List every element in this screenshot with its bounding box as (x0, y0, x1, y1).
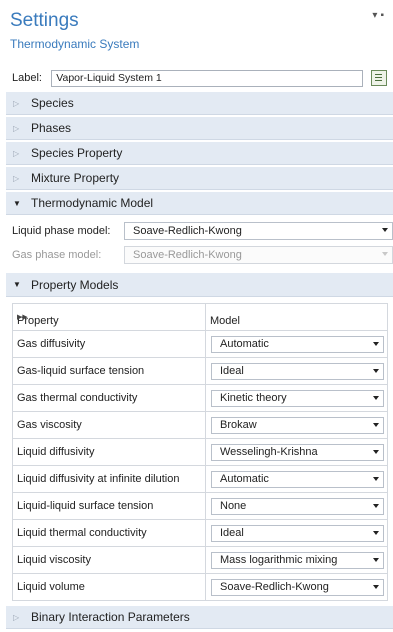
model-select[interactable]: Wesselingh-Krishna (211, 443, 384, 461)
table-row: Liquid viscosity Mass logarithmic mixing (12, 546, 388, 574)
model-select[interactable]: None (211, 497, 384, 515)
model-select[interactable]: Brokaw (211, 416, 384, 434)
model-cell: Soave-Redlich-Kwong (205, 573, 388, 601)
chevron-down-icon (373, 395, 379, 400)
model-cell: Ideal (205, 519, 388, 547)
label-field-label: Label: (12, 72, 42, 84)
model-select[interactable]: Ideal (211, 362, 384, 380)
model-cell: Wesselingh-Krishna (205, 438, 388, 466)
model-cell: Automatic (205, 330, 388, 358)
property-name-cell: Liquid-liquid surface tension (12, 492, 206, 520)
gas-phase-label: Gas phase model: (12, 249, 102, 261)
property-name-cell: Gas-liquid surface tension (12, 357, 206, 385)
section-species-property[interactable]: ▷ Species Property (6, 142, 393, 165)
chevron-right-icon: ▷ (13, 612, 20, 622)
property-name-cell: Liquid diffusivity at infinite dilution (12, 465, 206, 493)
model-cell: Mass logarithmic mixing (205, 546, 388, 574)
table-row: Liquid thermal conductivity Ideal (12, 519, 388, 547)
chevron-down-icon (382, 252, 388, 256)
model-select[interactable]: Automatic (211, 335, 384, 353)
table-row: Liquid-liquid surface tension None (12, 492, 388, 520)
chevron-right-icon: ▷ (13, 173, 20, 183)
liquid-phase-label: Liquid phase model: (12, 225, 111, 237)
chevron-down-icon (373, 422, 379, 427)
settings-header: Settings Thermodynamic System ▾▪ (0, 0, 393, 64)
section-property-models[interactable]: ▼ Property Models (6, 273, 393, 297)
model-cell: Brokaw (205, 411, 388, 439)
table-row: Gas-liquid surface tension Ideal (12, 357, 388, 385)
sort-icon: ▶▶ (17, 314, 28, 321)
property-name-cell: Liquid viscosity (12, 546, 206, 574)
chevron-down-icon (373, 503, 379, 508)
section-phases[interactable]: ▷ Phases (6, 117, 393, 140)
label-row: Label: (0, 66, 393, 90)
window-icon[interactable]: ▪ (380, 10, 387, 21)
table-row: Gas thermal conductivity Kinetic theory (12, 384, 388, 412)
chevron-down-icon (373, 368, 379, 373)
page-title: Settings (10, 10, 79, 31)
table-header-row: ▶▶ Property Model (12, 303, 388, 331)
chevron-down-icon: ▼ (13, 198, 21, 208)
gas-phase-row: Gas phase model: Soave-Redlich-Kwong (0, 243, 393, 267)
model-select[interactable]: Automatic (211, 470, 384, 488)
chevron-down-icon: ▼ (13, 280, 21, 289)
label-input[interactable] (51, 69, 364, 87)
chevron-right-icon: ▷ (13, 123, 20, 133)
chevron-down-icon (373, 341, 379, 346)
chevron-down-icon (373, 584, 379, 589)
model-cell: Kinetic theory (205, 384, 388, 412)
model-select[interactable]: Mass logarithmic mixing (211, 551, 384, 569)
label-options-icon[interactable] (371, 70, 388, 86)
model-cell: Ideal (205, 357, 388, 385)
gas-phase-select: Soave-Redlich-Kwong (124, 246, 393, 264)
model-cell: None (205, 492, 388, 520)
section-thermodynamic-model[interactable]: ▼ Thermodynamic Model (6, 192, 393, 215)
model-cell: Automatic (205, 465, 388, 493)
col-header-property[interactable]: ▶▶ Property (12, 303, 206, 331)
property-models-table: ▶▶ Property Model Gas diffusivity Automat… (12, 303, 388, 601)
table-row: Gas viscosity Brokaw (12, 411, 388, 439)
chevron-right-icon: ▷ (13, 98, 20, 108)
table-row: Liquid volume Soave-Redlich-Kwong (12, 573, 388, 601)
header-icons: ▾▪ (372, 10, 387, 21)
table-row: Liquid diffusivity at infinite dilution A… (12, 465, 388, 493)
chevron-right-icon: ▷ (13, 148, 20, 158)
chevron-down-icon (382, 228, 388, 232)
chevron-down-icon (373, 449, 379, 454)
property-name-cell: Liquid thermal conductivity (12, 519, 206, 547)
property-name-cell: Liquid diffusivity (12, 438, 206, 466)
model-select[interactable]: Ideal (211, 524, 384, 542)
model-select[interactable]: Soave-Redlich-Kwong (211, 578, 384, 596)
col-header-model[interactable]: Model (205, 303, 388, 331)
section-mixture-property[interactable]: ▷ Mixture Property (6, 167, 393, 190)
liquid-phase-row: Liquid phase model: Soave-Redlich-Kwong (0, 219, 393, 243)
property-models-body: Gas diffusivity Automatic Gas-liquid surfa… (12, 330, 388, 601)
property-name-cell: Liquid volume (12, 573, 206, 601)
property-name-cell: Gas viscosity (12, 411, 206, 439)
page-subtitle: Thermodynamic System (10, 37, 140, 51)
liquid-phase-select[interactable]: Soave-Redlich-Kwong (124, 222, 393, 240)
section-species[interactable]: ▷ Species (6, 92, 393, 115)
section-binary-interaction[interactable]: ▷ Binary Interaction Parameters (6, 606, 393, 629)
table-row: Gas diffusivity Automatic (12, 330, 388, 358)
chevron-down-icon (373, 530, 379, 535)
property-name-cell: Gas diffusivity (12, 330, 206, 358)
model-select[interactable]: Kinetic theory (211, 389, 384, 407)
table-row: Liquid diffusivity Wesselingh-Krishna (12, 438, 388, 466)
chevron-down-icon (373, 476, 379, 481)
property-name-cell: Gas thermal conductivity (12, 384, 206, 412)
chevron-down-icon (373, 557, 379, 562)
sections-top: ▷ Species ▷ Phases ▷ Species Property ▷ … (0, 92, 393, 215)
